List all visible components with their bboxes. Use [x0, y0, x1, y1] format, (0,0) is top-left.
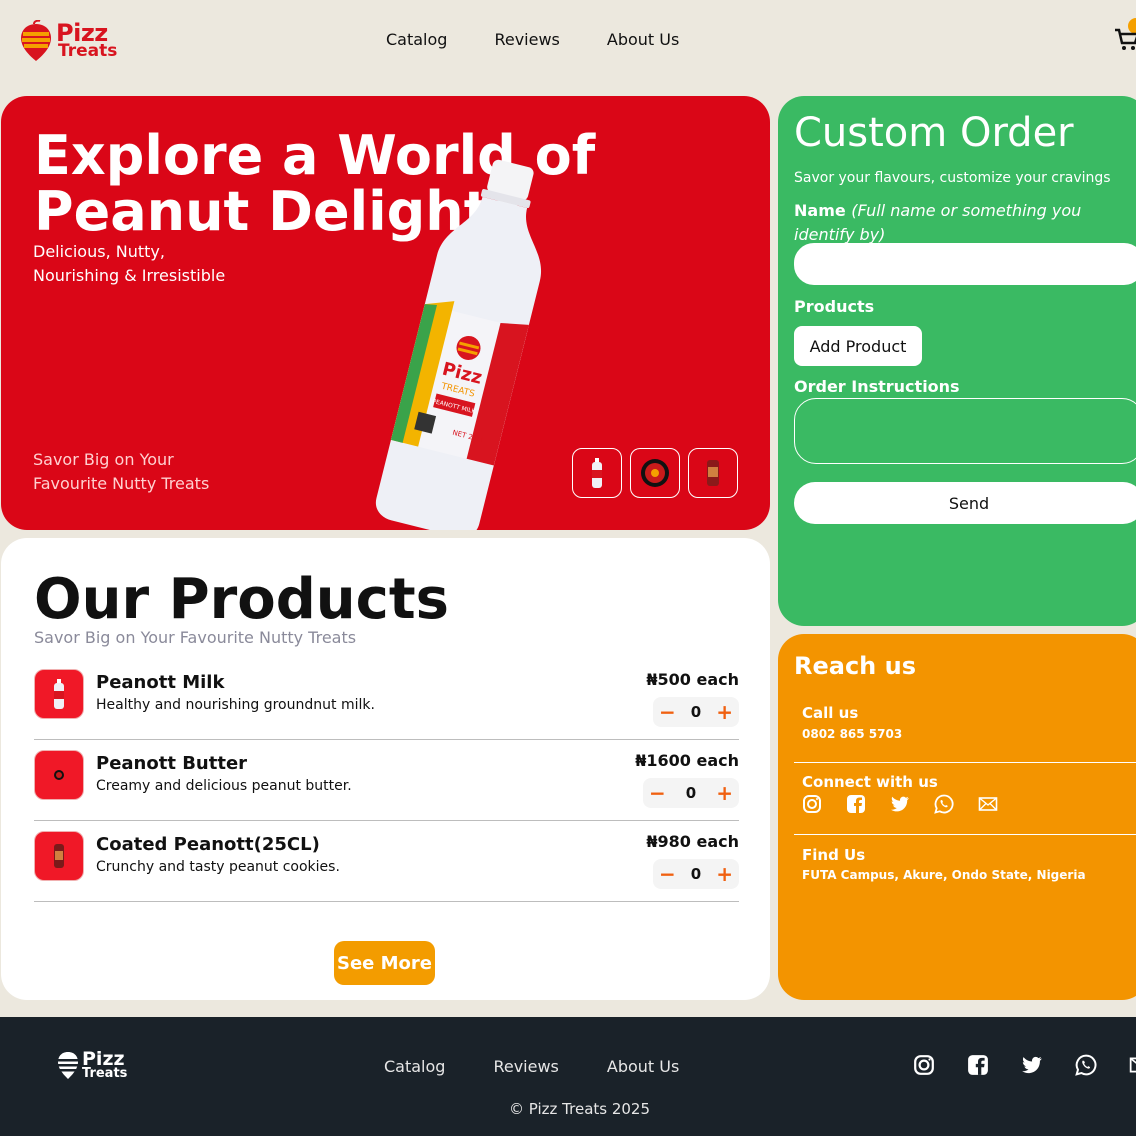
- quantity-stepper: − 0 +: [653, 859, 739, 889]
- butter-jar-icon: [54, 770, 64, 780]
- facebook-icon[interactable]: [846, 794, 866, 814]
- milk-bottle-icon: [592, 458, 602, 488]
- products-label: Products: [794, 297, 875, 316]
- footer-nav-catalog[interactable]: Catalog: [384, 1057, 445, 1076]
- product-name: Peanott Butter: [96, 753, 248, 774]
- add-product-button[interactable]: Add Product: [794, 326, 922, 366]
- product-row: Coated Peanott(25CL) Crunchy and tasty p…: [34, 821, 739, 902]
- hero-tagline-line2: Favourite Nutty Treats: [33, 474, 210, 493]
- footer-nav-about[interactable]: About Us: [607, 1057, 679, 1076]
- footer: Pizz Treats Catalog Reviews About Us © P…: [0, 1017, 1136, 1136]
- product-name: Peanott Milk: [96, 672, 225, 693]
- footer-logo-icon: [58, 1052, 78, 1079]
- hero-subtitle: Delicious, Nutty, Nourishing & Irresisti…: [33, 240, 225, 288]
- footer-logo[interactable]: Pizz Treats: [57, 1050, 127, 1080]
- custom-order-title: Custom Order: [794, 110, 1074, 156]
- nav-reviews[interactable]: Reviews: [494, 30, 559, 49]
- coated-peanut-icon: [54, 844, 64, 868]
- name-label: Name (Full name or something you identif…: [794, 199, 1136, 247]
- product-name: Coated Peanott(25CL): [96, 834, 320, 855]
- products-subtitle: Savor Big on Your Favourite Nutty Treats: [34, 628, 357, 647]
- product-image: [34, 669, 84, 719]
- connect-section: Connect with us: [794, 763, 1136, 835]
- quantity-value: 0: [690, 865, 702, 883]
- milk-bottle-icon: [54, 679, 64, 709]
- nav-about[interactable]: About Us: [607, 30, 679, 49]
- twitter-icon[interactable]: [890, 794, 910, 814]
- custom-order-subtitle: Savor your flavours, customize your crav…: [794, 170, 1111, 186]
- increment-button[interactable]: +: [716, 702, 733, 722]
- custom-order-panel: Custom Order Savor your flavours, custom…: [778, 96, 1136, 626]
- increment-button[interactable]: +: [716, 864, 733, 884]
- product-price: ₦500 each: [646, 670, 739, 689]
- see-more-button[interactable]: See More: [334, 941, 435, 985]
- product-row: Peanott Butter Creamy and delicious pean…: [34, 740, 739, 821]
- connect-title: Connect with us: [802, 773, 938, 791]
- products-title: Our Products: [34, 567, 449, 632]
- quantity-value: 0: [685, 784, 697, 802]
- cart-icon[interactable]: [1114, 26, 1136, 52]
- product-price: ₦1600 each: [635, 751, 739, 770]
- instagram-icon[interactable]: [913, 1054, 935, 1076]
- quantity-stepper: − 0 +: [653, 697, 739, 727]
- copyright: © Pizz Treats 2025: [509, 1100, 651, 1118]
- phone-number[interactable]: 0802 865 5703: [802, 727, 902, 741]
- whatsapp-icon[interactable]: [934, 794, 954, 814]
- twitter-icon[interactable]: [1021, 1054, 1043, 1076]
- address-text: FUTA Campus, Akure, Ondo State, Nigeria: [802, 868, 1086, 882]
- facebook-icon[interactable]: [967, 1054, 989, 1076]
- decrement-button[interactable]: −: [649, 783, 666, 803]
- main-nav: Catalog Reviews About Us: [386, 30, 679, 49]
- product-price: ₦980 each: [646, 832, 739, 851]
- product-image: [34, 831, 84, 881]
- call-title: Call us: [802, 704, 859, 722]
- quantity-value: 0: [690, 703, 702, 721]
- name-label-text: Name: [794, 201, 846, 220]
- product-row: Peanott Milk Healthy and nourishing grou…: [34, 659, 739, 740]
- order-instructions-label: Order Instructions: [794, 377, 960, 396]
- whatsapp-icon[interactable]: [1075, 1054, 1097, 1076]
- quantity-stepper: − 0 +: [643, 778, 739, 808]
- decrement-button[interactable]: −: [659, 702, 676, 722]
- hero-tagline-line1: Savor Big on Your: [33, 450, 174, 469]
- hero-thumbnails: [572, 448, 738, 498]
- hero-subtitle-line1: Delicious, Nutty,: [33, 242, 165, 261]
- mail-icon[interactable]: [1129, 1054, 1136, 1076]
- hero-banner: Explore a World of Peanut Delights Delic…: [1, 96, 770, 530]
- hero-subtitle-line2: Nourishing & Irresistible: [33, 266, 226, 285]
- footer-brand-line2: Treats: [82, 1065, 128, 1081]
- hero-tagline: Savor Big on Your Favourite Nutty Treats: [33, 448, 209, 496]
- name-input[interactable]: [794, 243, 1136, 285]
- send-button[interactable]: Send: [794, 482, 1136, 524]
- brand-name-line2: Treats: [58, 41, 118, 62]
- footer-nav-reviews[interactable]: Reviews: [493, 1057, 558, 1076]
- find-us-title: Find Us: [802, 846, 866, 864]
- brand-logo-icon: [21, 20, 51, 61]
- coated-peanut-icon: [707, 460, 719, 486]
- thumb-coated[interactable]: [688, 448, 738, 498]
- product-desc: Creamy and delicious peanut butter.: [96, 778, 352, 794]
- thumb-milk[interactable]: [572, 448, 622, 498]
- product-desc: Healthy and nourishing groundnut milk.: [96, 697, 375, 713]
- product-image: [34, 750, 84, 800]
- butter-jar-icon: [641, 459, 669, 487]
- nav-catalog[interactable]: Catalog: [386, 30, 447, 49]
- product-desc: Crunchy and tasty peanut cookies.: [96, 859, 340, 875]
- call-section: Call us 0802 865 5703: [794, 696, 1136, 763]
- increment-button[interactable]: +: [716, 783, 733, 803]
- thumb-butter[interactable]: [630, 448, 680, 498]
- order-instructions-textarea[interactable]: [794, 398, 1136, 464]
- footer-social-icons: [913, 1054, 1136, 1076]
- decrement-button[interactable]: −: [659, 864, 676, 884]
- social-icons: [802, 794, 998, 814]
- instagram-icon[interactable]: [802, 794, 822, 814]
- products-section: Our Products Savor Big on Your Favourite…: [1, 538, 770, 1000]
- reach-us-title: Reach us: [794, 652, 916, 680]
- brand-logo[interactable]: Pizz Treats: [20, 18, 120, 64]
- footer-nav: Catalog Reviews About Us: [384, 1057, 679, 1076]
- mail-icon[interactable]: [978, 794, 998, 814]
- reach-us-panel: Reach us Call us 0802 865 5703 Connect w…: [778, 634, 1136, 1000]
